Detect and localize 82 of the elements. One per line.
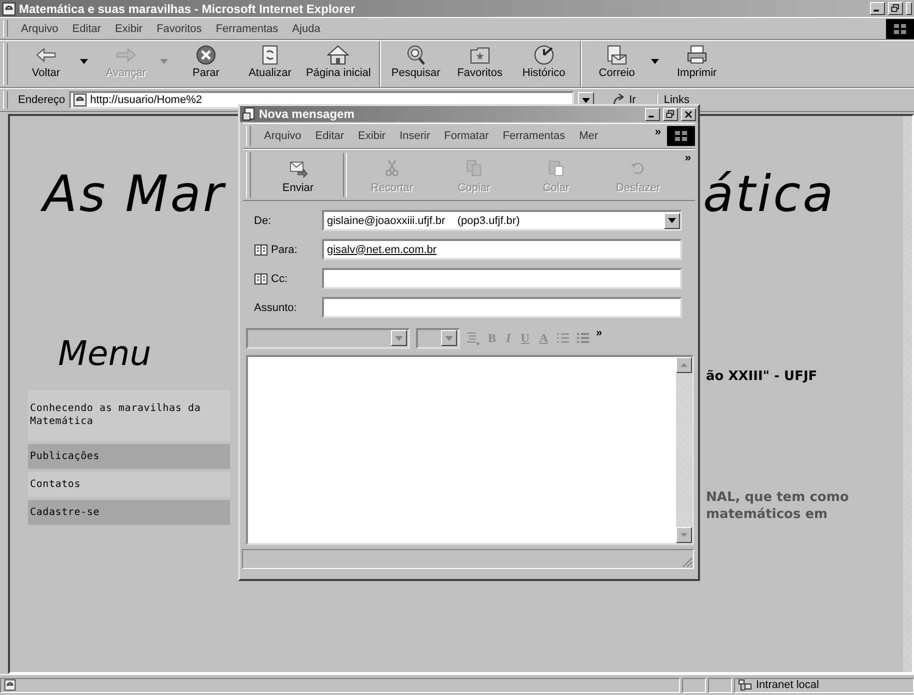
menu-item[interactable]: Mer [572,128,606,144]
menu-link[interactable]: Contatos [28,472,230,497]
menu-item[interactable]: Exibir [351,128,393,144]
toolbar-button[interactable]: Correio [580,41,665,87]
menu-link[interactable]: Publicações [28,444,230,469]
windows-flag-icon [674,130,688,142]
menu-item[interactable]: Formatar [437,128,496,144]
status-pane [682,678,706,692]
go-button[interactable]: Ir [604,93,644,107]
toolbar-button[interactable]: Voltar [14,41,94,87]
menu-item[interactable]: Inserir [392,128,438,144]
toolbar-button[interactable]: Imprimir [664,41,729,87]
more-chevron[interactable]: » [596,327,602,339]
page-e-icon [73,93,88,107]
page-text: NAL, que tem como [706,489,849,506]
toolbar-button[interactable]: Pesquisar [378,41,448,87]
message-body-field[interactable] [246,355,694,545]
menu-item[interactable]: Exibir [108,20,150,36]
address-book-icon[interactable] [254,272,268,284]
status-pane [708,678,732,692]
address-book-icon[interactable] [254,244,268,256]
dropdown-arrow-icon[interactable] [80,59,88,64]
dropdown-arrow-icon[interactable] [650,59,659,64]
toolbar-button[interactable]: Página inicial [302,41,375,87]
subject-field[interactable] [322,297,682,318]
page-heading: As Mar [43,165,226,223]
restore-icon[interactable] [663,108,678,120]
page-text: ão XXIII" - UFJF [706,369,818,384]
scroll-down-icon[interactable] [676,527,692,543]
address-label: Endereço [18,94,66,106]
menu-link[interactable]: Cadastre-se [28,500,230,525]
window-title: Nova mensagem [259,107,356,121]
menu-item[interactable]: Arquivo [14,20,66,36]
clock-icon [532,43,556,67]
field-label: Cc: [271,272,288,284]
menu-item[interactable]: Editar [65,20,108,36]
clipboard-icon [546,158,566,178]
window-title: Matemática e suas maravilhas - Microsoft Internet Explorer [19,2,356,16]
toolbar-button[interactable]: Enviar [257,154,339,196]
minimize-icon[interactable] [870,2,885,15]
envelope-page-icon [604,43,629,67]
curved-arrow-icon [612,93,626,107]
toolbar-button[interactable]: Histórico [512,41,576,87]
page-e-icon [4,679,16,691]
network-icon [738,678,752,692]
menu-link[interactable]: Conhecendo as maravilhas da Matemática [28,390,230,441]
page-e-icon [2,2,16,16]
page-heading: ática [703,164,836,224]
menu-item[interactable]: Ajuda [285,20,328,36]
field-label: De: [254,214,272,226]
menu-heading: Menu [58,333,152,376]
size-select[interactable] [416,328,460,348]
scrollbar[interactable] [903,116,912,672]
more-chevron[interactable]: » [654,126,661,138]
zone-label: Intranet local [756,679,819,691]
more-chevron[interactable]: » [684,152,691,164]
stop-icon [194,43,218,67]
recipient-field[interactable]: gisalv@net.em.com.br [322,239,682,260]
minimize-icon[interactable] [645,108,660,120]
sender-select[interactable]: gislaine@joaoxxiii.ufjf.br (pop3.ufjf.br) [322,210,682,231]
menu-item[interactable]: Editar [308,128,352,144]
windows-flag-icon [893,22,907,34]
field-label: Assunto: [254,302,297,314]
font-select[interactable] [246,328,410,348]
toolbar-button[interactable]: Atualizar [238,41,302,87]
menu-item[interactable]: Ferramentas [208,20,286,36]
menu-item[interactable]: Ferramentas [496,128,572,144]
menu-item[interactable]: Favoritos [150,20,209,36]
pages-icon [464,158,484,178]
scroll-up-icon[interactable] [676,357,692,373]
dropdown-arrow-icon[interactable] [582,98,590,102]
menu-item[interactable]: Arquivo [257,128,308,144]
toolbar-button[interactable]: Favoritos [448,41,512,87]
resize-grip-icon[interactable] [681,556,693,568]
dropdown-arrow-icon[interactable] [668,218,676,223]
house-icon [326,43,350,67]
toolbar-button[interactable]: Parar [174,41,238,87]
recipient-field[interactable] [322,268,682,289]
restore-icon[interactable] [888,2,903,15]
page-text: matemáticos em [706,506,829,523]
page-envelope-icon [242,107,256,121]
field-label: Para: [271,244,298,256]
